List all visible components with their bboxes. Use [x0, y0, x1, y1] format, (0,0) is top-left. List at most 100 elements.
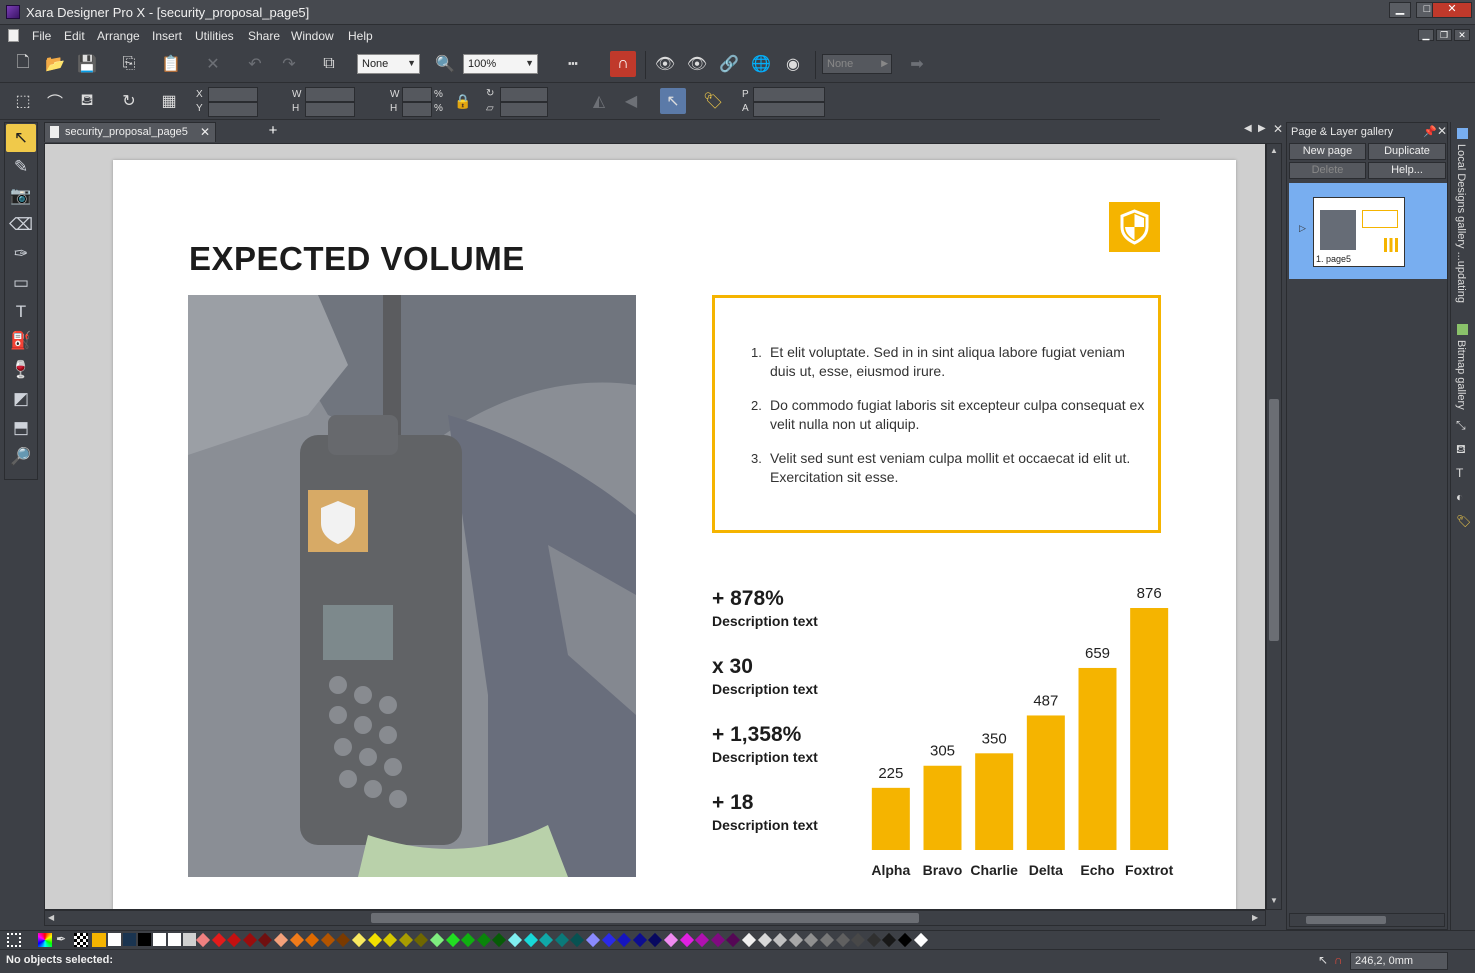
scroll-left-icon[interactable]: ◀ — [48, 913, 54, 922]
copy-button[interactable]: ⎘ — [116, 51, 142, 77]
color-swatch[interactable] — [617, 932, 632, 948]
tab-close-icon[interactable]: ✕ — [200, 125, 210, 139]
color-picker-icon[interactable] — [38, 933, 52, 947]
color-swatch[interactable] — [138, 933, 151, 946]
bar-charlie[interactable] — [975, 753, 1014, 850]
drawing-canvas[interactable]: EXPECTED VOLUME 1. Et elit voluptate. Se… — [44, 143, 1266, 910]
preview-button[interactable]: 👁 — [652, 51, 678, 77]
color-swatch[interactable] — [757, 932, 772, 948]
pin-icon[interactable]: 📌 — [1423, 125, 1437, 138]
apply-arrow-button[interactable]: ➡ — [904, 51, 930, 77]
shape-editor-tool[interactable]: ✎ — [6, 153, 36, 181]
rectangle-tool[interactable]: ▭ — [6, 269, 36, 297]
color-swatch[interactable] — [398, 932, 413, 948]
delete-page-button[interactable]: Delete — [1289, 162, 1366, 179]
document-page[interactable]: EXPECTED VOLUME 1. Et elit voluptate. Se… — [113, 160, 1236, 909]
color-swatch[interactable] — [585, 932, 601, 948]
bar-chart[interactable]: 225 Alpha 305 Bravo 350 Charlie 487 Delta 659 Ech… — [865, 570, 1175, 890]
selection-handles-button[interactable]: ⬚ — [10, 88, 36, 114]
new-document-button[interactable]: 🗋 — [10, 51, 36, 77]
bring-to-front-button[interactable]: ⧉ — [316, 51, 342, 77]
close-button[interactable]: ✕ — [1432, 2, 1472, 18]
expand-arrow-icon[interactable]: ▷ — [1299, 223, 1306, 234]
name-gallery-icon[interactable]: 🏷 — [1456, 514, 1471, 528]
color-swatch[interactable] — [819, 932, 835, 948]
tab-scroll-right-icon[interactable]: ▶ — [1258, 123, 1266, 134]
paste-button[interactable]: 📋 — [158, 51, 184, 77]
color-swatch[interactable] — [320, 932, 335, 948]
snap-status-icon[interactable]: ∩ — [1334, 953, 1343, 967]
local-designs-icon[interactable] — [1457, 128, 1468, 139]
stat-block[interactable]: x 30 Description text — [712, 655, 818, 697]
bar-alpha[interactable] — [871, 787, 910, 850]
color-swatch[interactable] — [601, 932, 616, 948]
color-swatch[interactable] — [211, 932, 226, 948]
color-swatch[interactable] — [414, 932, 429, 948]
color-swatch[interactable] — [695, 932, 710, 948]
transform-tool-button[interactable]: ↖ — [660, 88, 686, 114]
stat-block[interactable]: + 1,358% Description text — [712, 723, 818, 765]
ruler-button[interactable]: ┅ — [560, 51, 586, 77]
mdi-restore-button[interactable]: ❐ — [1436, 29, 1452, 41]
transparency-tool[interactable]: 🍷 — [6, 356, 36, 384]
skew-field[interactable] — [500, 102, 548, 117]
link-button[interactable]: 🔗 — [716, 51, 742, 77]
mdi-minimize-button[interactable]: ▁ — [1418, 29, 1434, 41]
color-swatch[interactable] — [183, 933, 196, 946]
eraser-tool[interactable]: ⌫ — [6, 211, 36, 239]
vertical-scroll-thumb[interactable] — [1269, 399, 1279, 641]
color-swatch[interactable] — [835, 932, 850, 948]
color-swatch[interactable] — [726, 932, 741, 948]
color-swatch[interactable] — [351, 932, 367, 948]
page-title[interactable]: EXPECTED VOLUME — [189, 240, 525, 278]
color-swatch[interactable] — [648, 932, 663, 948]
color-swatch[interactable] — [445, 932, 460, 948]
menu-help[interactable]: Help — [348, 29, 373, 43]
eyedropper-icon[interactable]: ✒ — [56, 932, 66, 946]
menu-edit[interactable]: Edit — [64, 29, 85, 43]
zoom-dropdown[interactable]: 100% ▼ — [463, 54, 538, 74]
color-swatch[interactable] — [741, 932, 757, 948]
bitmap-gallery-icon[interactable] — [1457, 324, 1468, 335]
color-swatch[interactable] — [289, 932, 304, 948]
bar-foxtrot[interactable] — [1130, 608, 1169, 850]
color-swatch[interactable] — [153, 933, 166, 946]
color-swatch[interactable] — [242, 932, 257, 948]
gallery-scrollbar[interactable] — [1289, 913, 1445, 927]
color-swatch[interactable] — [632, 932, 647, 948]
color-swatch[interactable] — [227, 932, 242, 948]
bitmap-gallery-tab[interactable]: Bitmap gallery — [1455, 340, 1467, 410]
shield-logo[interactable] — [1109, 202, 1160, 252]
color-swatch[interactable] — [773, 932, 788, 948]
scale-height-field[interactable] — [402, 102, 432, 117]
curve-button[interactable]: ⌒ — [42, 88, 68, 114]
stat-block[interactable]: + 878% Description text — [712, 587, 818, 629]
save-button[interactable]: 💾 — [74, 51, 100, 77]
new-tab-button[interactable]: + — [263, 122, 283, 142]
color-swatch[interactable] — [679, 932, 694, 948]
bar-bravo[interactable] — [923, 765, 962, 850]
document-tab[interactable]: security_proposal_page5 ✕ — [44, 122, 216, 142]
snap-magnet-button[interactable]: ∩ — [610, 51, 636, 77]
scroll-up-icon[interactable]: ▲ — [1270, 146, 1278, 155]
color-swatch[interactable] — [336, 932, 351, 948]
scale-width-field[interactable] — [402, 87, 432, 102]
color-swatch[interactable] — [108, 933, 121, 946]
tab-scroll-left-icon[interactable]: ◀ — [1244, 123, 1252, 134]
angle-field[interactable] — [753, 102, 825, 117]
y-field[interactable] — [208, 102, 258, 117]
width-field[interactable] — [305, 87, 355, 102]
open-button[interactable]: 📂 — [42, 51, 68, 77]
color-swatch[interactable] — [429, 932, 445, 948]
color-swatch[interactable] — [195, 932, 211, 948]
color-swatch[interactable] — [507, 932, 523, 948]
color-swatch[interactable] — [882, 932, 897, 948]
horizontal-scrollbar[interactable]: ◀ ▶ — [44, 910, 1266, 926]
color-swatch[interactable] — [476, 932, 491, 948]
fill-tool[interactable]: ⛽ — [6, 327, 36, 355]
broadcast-button[interactable]: ◉ — [780, 51, 806, 77]
lock-aspect-icon[interactable]: 🔒 — [454, 93, 471, 110]
color-swatch[interactable] — [804, 932, 819, 948]
mdi-close-button[interactable]: ✕ — [1454, 29, 1470, 41]
horizontal-scroll-thumb[interactable] — [371, 913, 919, 923]
